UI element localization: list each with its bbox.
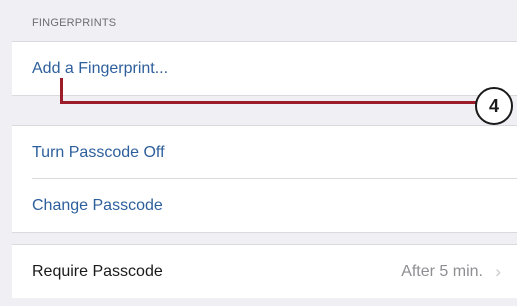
require-passcode-row[interactable]: Require Passcode After 5 min. › (12, 245, 517, 298)
chevron-right-icon: › (495, 261, 501, 281)
change-passcode-label[interactable]: Change Passcode (32, 197, 163, 215)
settings-screen: FINGERPRINTS Add a Fingerprint... Turn P… (12, 0, 517, 306)
turn-passcode-off-label[interactable]: Turn Passcode Off (32, 144, 165, 162)
turn-passcode-off-row[interactable]: Turn Passcode Off (12, 126, 517, 179)
require-passcode-value: After 5 min. (401, 262, 483, 280)
callout-leader-horizontal (60, 101, 477, 104)
callout-number-badge: 4 (475, 87, 513, 125)
divider (12, 232, 517, 233)
fingerprints-section-header: FINGERPRINTS (12, 0, 517, 40)
divider (12, 95, 517, 96)
add-fingerprint-label[interactable]: Add a Fingerprint... (32, 60, 168, 78)
change-passcode-row[interactable]: Change Passcode (12, 179, 517, 232)
section-header-label: FINGERPRINTS (32, 17, 117, 29)
require-passcode-label: Require Passcode (32, 262, 163, 280)
add-fingerprint-row[interactable]: Add a Fingerprint... (12, 42, 517, 95)
